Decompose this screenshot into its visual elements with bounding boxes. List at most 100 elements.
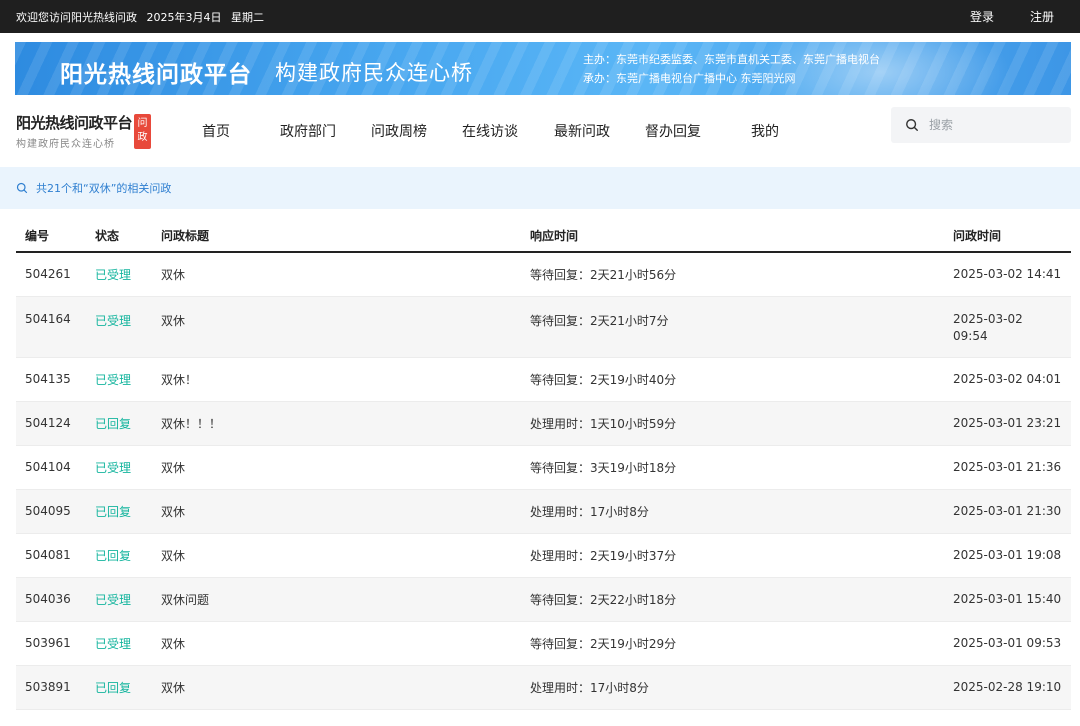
header-response: 响应时间 (521, 219, 944, 253)
row-title[interactable]: 双休！！！ (152, 401, 521, 445)
nav-item-home[interactable]: 首页 (202, 121, 230, 141)
row-time: 2025-03-01 21:30 (953, 504, 1062, 518)
header-title: 问政标题 (152, 219, 521, 253)
banner-subtitle: 构建政府民众连心桥 (275, 61, 473, 85)
table-row[interactable]: 504261 已受理 双休 等待回复：2天21小时56分 2025-03-02 … (16, 252, 1071, 296)
row-response: 等待回复：2天19小时29分 (530, 636, 677, 651)
logo-badge-top: 问 (137, 118, 148, 129)
site-logo[interactable]: 阳光热线问政平台 构建政府民众连心桥 问 政 (16, 112, 176, 150)
row-time: 2025-02-28 19:10 (953, 680, 1062, 694)
row-time: 2025-03-02 14:41 (953, 267, 1062, 282)
row-status: 已回复 (95, 504, 132, 519)
header-banner: 阳光热线问政平台 构建政府民众连心桥 主办：东莞市纪委监委、东莞市直机关工委、东… (15, 42, 1071, 95)
row-response: 处理用时：17小时8分 (530, 680, 649, 695)
top-bar-auth: 登录 注册 (970, 8, 1064, 25)
row-title[interactable]: 双休 (152, 296, 521, 357)
header-id: 编号 (16, 219, 86, 253)
row-id: 504036 (25, 592, 71, 606)
nav-item-online-interview[interactable]: 在线访谈 (462, 121, 518, 141)
row-status: 已受理 (95, 313, 132, 328)
row-time: 2025-03-02 09:54 (944, 296, 1071, 357)
banner-sponsors: 主办：东莞市纪委监委、东莞市直机关工委、东莞广播电视台 承办：东莞广播电视台广播… (583, 50, 880, 88)
row-time: 2025-03-02 04:01 (953, 372, 1062, 386)
row-title[interactable]: 双休！ (152, 357, 521, 401)
row-status: 已受理 (95, 267, 132, 282)
nav-item-supervision[interactable]: 督办回复 (645, 121, 701, 141)
row-id: 504095 (25, 504, 71, 518)
top-bar: 欢迎您访问阳光热线问政 2025年3月4日 星期二 登录 注册 (0, 0, 1080, 33)
table-row[interactable]: 504095 已回复 双休 处理用时：17小时8分 2025-03-01 21:… (16, 489, 1071, 533)
login-link[interactable]: 登录 (970, 8, 994, 25)
row-status: 已回复 (95, 680, 132, 695)
table-row[interactable]: 504036 已受理 双休问题 等待回复：2天22小时18分 2025-03-0… (16, 577, 1071, 621)
row-time-date: 2025-03-02 (953, 311, 1023, 326)
search-icon[interactable] (905, 118, 919, 132)
row-status: 已受理 (95, 372, 132, 387)
row-status: 已回复 (95, 416, 132, 431)
row-time: 2025-03-01 23:21 (953, 416, 1062, 430)
row-time: 2025-03-01 21:36 (953, 460, 1062, 474)
row-time: 2025-03-01 19:08 (953, 548, 1062, 562)
header-status: 状态 (86, 219, 152, 253)
row-response: 处理用时：1天10小时59分 (530, 416, 677, 431)
row-response: 处理用时：2天19小时37分 (530, 548, 677, 563)
table-row[interactable]: 504135 已受理 双休！ 等待回复：2天19小时40分 2025-03-02… (16, 357, 1071, 401)
search-icon (16, 182, 28, 194)
main-navbar: 阳光热线问政平台 构建政府民众连心桥 问 政 首页 政府部门 问政周榜 在线访谈… (0, 95, 1080, 167)
nav-item-weekly-ranking[interactable]: 问政周榜 (371, 121, 427, 141)
row-status: 已受理 (95, 592, 132, 607)
logo-subtitle: 构建政府民众连心桥 (16, 139, 115, 150)
current-date: 2025年3月4日 (146, 10, 222, 24)
row-id: 503961 (25, 636, 71, 650)
search-result-summary: 共21个和“双休”的相关问政 (0, 167, 1080, 209)
row-title[interactable]: 双休问题 (152, 577, 521, 621)
search-input[interactable] (929, 118, 1059, 132)
row-time: 2025-03-01 15:40 (953, 592, 1062, 606)
row-response: 等待回复：2天21小时56分 (530, 267, 677, 282)
row-time-clock: 09:54 (953, 328, 988, 343)
row-response: 等待回复：2天19小时40分 (530, 372, 677, 387)
row-id: 504135 (25, 372, 71, 386)
row-title[interactable]: 双休 (152, 252, 521, 296)
row-title[interactable]: 双休 (152, 489, 521, 533)
table-row[interactable]: 504164 已受理 双休 等待回复：2天21小时7分 2025-03-02 0… (16, 296, 1071, 357)
row-response: 等待回复：3天19小时18分 (530, 460, 677, 475)
row-response: 等待回复：2天22小时18分 (530, 592, 677, 607)
row-id: 503891 (25, 680, 71, 694)
row-time: 2025-03-01 09:53 (953, 636, 1062, 650)
nav-item-mine[interactable]: 我的 (751, 121, 779, 141)
row-response: 处理用时：17小时8分 (530, 504, 649, 519)
row-id: 504081 (25, 548, 71, 562)
table-row[interactable]: 504104 已受理 双休 等待回复：3天19小时18分 2025-03-01 … (16, 445, 1071, 489)
logo-badge-bottom: 政 (137, 132, 148, 143)
table-row[interactable]: 504124 已回复 双休！！！ 处理用时：1天10小时59分 2025-03-… (16, 401, 1071, 445)
nav-item-latest[interactable]: 最新问政 (554, 121, 610, 141)
table-row[interactable]: 503961 已受理 双休 等待回复：2天19小时29分 2025-03-01 … (16, 621, 1071, 665)
register-link[interactable]: 注册 (1030, 8, 1054, 25)
logo-title: 阳光热线问政平台 (16, 114, 133, 132)
row-title[interactable]: 双休 (152, 533, 521, 577)
nav-item-departments[interactable]: 政府部门 (280, 121, 336, 141)
row-status: 已回复 (95, 548, 132, 563)
table-row[interactable]: 503891 已回复 双休 处理用时：17小时8分 2025-02-28 19:… (16, 665, 1071, 709)
row-status: 已受理 (95, 460, 132, 475)
top-bar-welcome: 欢迎您访问阳光热线问政 2025年3月4日 星期二 (16, 9, 264, 25)
logo-badge: 问 政 (134, 113, 152, 149)
banner-organizer: 承办：东莞广播电视台广播中心 东莞阳光网 (583, 72, 796, 85)
result-count-text: 共21个和“双休”的相关问政 (36, 182, 172, 195)
row-title[interactable]: 双休 (152, 665, 521, 709)
current-weekday: 星期二 (231, 10, 264, 24)
row-status: 已受理 (95, 636, 132, 651)
banner-title: 阳光热线问政平台 (60, 62, 252, 88)
table-row[interactable]: 504081 已回复 双休 处理用时：2天19小时37分 2025-03-01 … (16, 533, 1071, 577)
row-title[interactable]: 双休 (152, 621, 521, 665)
row-id: 504104 (25, 460, 71, 474)
row-id: 504124 (25, 416, 71, 430)
inquiry-table: 编号 状态 问政标题 响应时间 问政时间 504261 已受理 双休 等待回复：… (16, 219, 1071, 710)
row-id: 504261 (25, 267, 71, 282)
banner-host: 主办：东莞市纪委监委、东莞市直机关工委、东莞广播电视台 (583, 53, 880, 66)
row-title[interactable]: 双休 (152, 445, 521, 489)
table-header-row: 编号 状态 问政标题 响应时间 问政时间 (16, 219, 1071, 253)
header-time: 问政时间 (944, 219, 1071, 253)
search-box[interactable] (891, 107, 1071, 143)
